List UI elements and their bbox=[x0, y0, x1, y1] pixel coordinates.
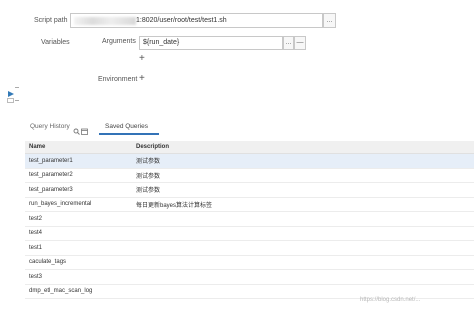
table-row[interactable]: test_parameter3 测试参数 bbox=[25, 182, 474, 198]
query-name[interactable]: test_parameter1 bbox=[25, 153, 132, 169]
query-description bbox=[132, 240, 474, 256]
add-environment-plus-icon[interactable]: + bbox=[139, 74, 145, 84]
script-path-label: Script path bbox=[34, 17, 68, 24]
query-description: 测试参数 bbox=[132, 182, 474, 198]
query-name[interactable]: test3 bbox=[25, 269, 132, 285]
panel-toggle-icon[interactable] bbox=[7, 98, 14, 103]
script-path-input[interactable]: 1:8020/user/root/test/test1.sh bbox=[70, 13, 323, 28]
panel-dropdown-icon[interactable] bbox=[15, 100, 19, 101]
query-name[interactable]: test_parameter2 bbox=[25, 168, 132, 183]
calendar-icon[interactable] bbox=[81, 122, 88, 140]
remove-argument-button[interactable]: — bbox=[294, 36, 306, 50]
table-row[interactable]: caculate_tags bbox=[25, 255, 474, 270]
query-description bbox=[132, 269, 474, 285]
argument-value: ${run_date} bbox=[143, 39, 180, 46]
table-header-row: Name Description bbox=[25, 141, 474, 154]
table-row[interactable]: test3 bbox=[25, 269, 474, 285]
query-description bbox=[132, 284, 474, 299]
add-argument-plus-icon[interactable]: + bbox=[139, 54, 145, 64]
column-header-description: Description bbox=[132, 141, 474, 154]
script-path-browse-button[interactable]: ... bbox=[323, 13, 336, 28]
query-name[interactable]: test1 bbox=[25, 240, 132, 256]
table-row[interactable]: run_bayes_incremental 每日更新bayes算法计算标签 bbox=[25, 197, 474, 212]
query-description: 测试参数 bbox=[132, 153, 474, 169]
arguments-label: Arguments bbox=[102, 38, 136, 45]
tab-saved-queries[interactable]: Saved Queries bbox=[105, 123, 148, 130]
table-row[interactable]: test1 bbox=[25, 240, 474, 256]
active-tab-underline bbox=[99, 133, 159, 135]
tab-query-history[interactable]: Query History bbox=[30, 123, 70, 130]
column-header-name: Name bbox=[25, 141, 132, 154]
query-description bbox=[132, 226, 474, 241]
variables-label: Variables bbox=[41, 39, 70, 46]
query-name[interactable]: test_parameter3 bbox=[25, 182, 132, 198]
query-description bbox=[132, 255, 474, 270]
redacted-host bbox=[74, 17, 136, 25]
table-row[interactable]: test4 bbox=[25, 226, 474, 241]
script-path-value: 1:8020/user/root/test/test1.sh bbox=[136, 17, 227, 24]
query-description: 每日更新bayes算法计算标签 bbox=[132, 197, 474, 212]
search-icon[interactable] bbox=[73, 122, 80, 140]
run-dropdown-icon[interactable] bbox=[15, 87, 19, 88]
query-description: 测试参数 bbox=[132, 168, 474, 183]
saved-queries-table: Name Description test_parameter1 测试参数 te… bbox=[25, 141, 474, 299]
table-row[interactable]: test2 bbox=[25, 211, 474, 227]
query-name[interactable]: test2 bbox=[25, 211, 132, 227]
query-description bbox=[132, 211, 474, 227]
query-name[interactable]: test4 bbox=[25, 226, 132, 241]
argument-input[interactable]: ${run_date} bbox=[139, 36, 283, 50]
query-name[interactable]: caculate_tags bbox=[25, 255, 132, 270]
query-name[interactable]: dmp_etl_mac_scan_log bbox=[25, 284, 132, 299]
table-row[interactable]: test_parameter2 测试参数 bbox=[25, 168, 474, 183]
table-row[interactable]: test_parameter1 测试参数 bbox=[25, 153, 474, 169]
environment-label: Environment bbox=[98, 76, 138, 83]
argument-more-button[interactable]: ... bbox=[283, 36, 294, 50]
query-name[interactable]: run_bayes_incremental bbox=[25, 197, 132, 212]
watermark: https://blog.csdn.net/... bbox=[360, 297, 421, 303]
